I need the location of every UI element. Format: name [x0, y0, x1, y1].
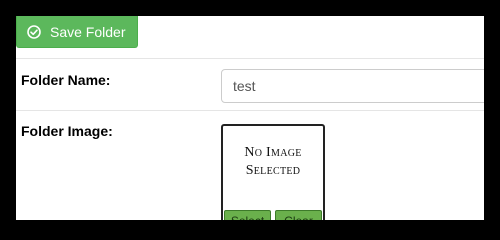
no-image-line2: Selected [245, 163, 301, 178]
folder-image-preview: No Image Selected Select Clear [221, 124, 325, 220]
save-folder-label: Save Folder [50, 23, 126, 40]
folder-image-label: Folder Image: [21, 123, 113, 139]
no-image-line1: No Image [244, 145, 302, 160]
clear-image-button[interactable]: Clear [275, 210, 322, 220]
no-image-text: No Image Selected [223, 144, 323, 180]
folder-name-input[interactable] [221, 69, 484, 103]
save-folder-button[interactable]: Save Folder [16, 16, 138, 48]
check-circle-icon [27, 24, 41, 39]
divider [16, 58, 484, 59]
divider [16, 110, 484, 111]
select-image-button[interactable]: Select [224, 210, 271, 220]
folder-editor-panel: Save Folder Folder Name: Folder Image: N… [16, 16, 484, 220]
folder-name-label: Folder Name: [21, 72, 111, 88]
